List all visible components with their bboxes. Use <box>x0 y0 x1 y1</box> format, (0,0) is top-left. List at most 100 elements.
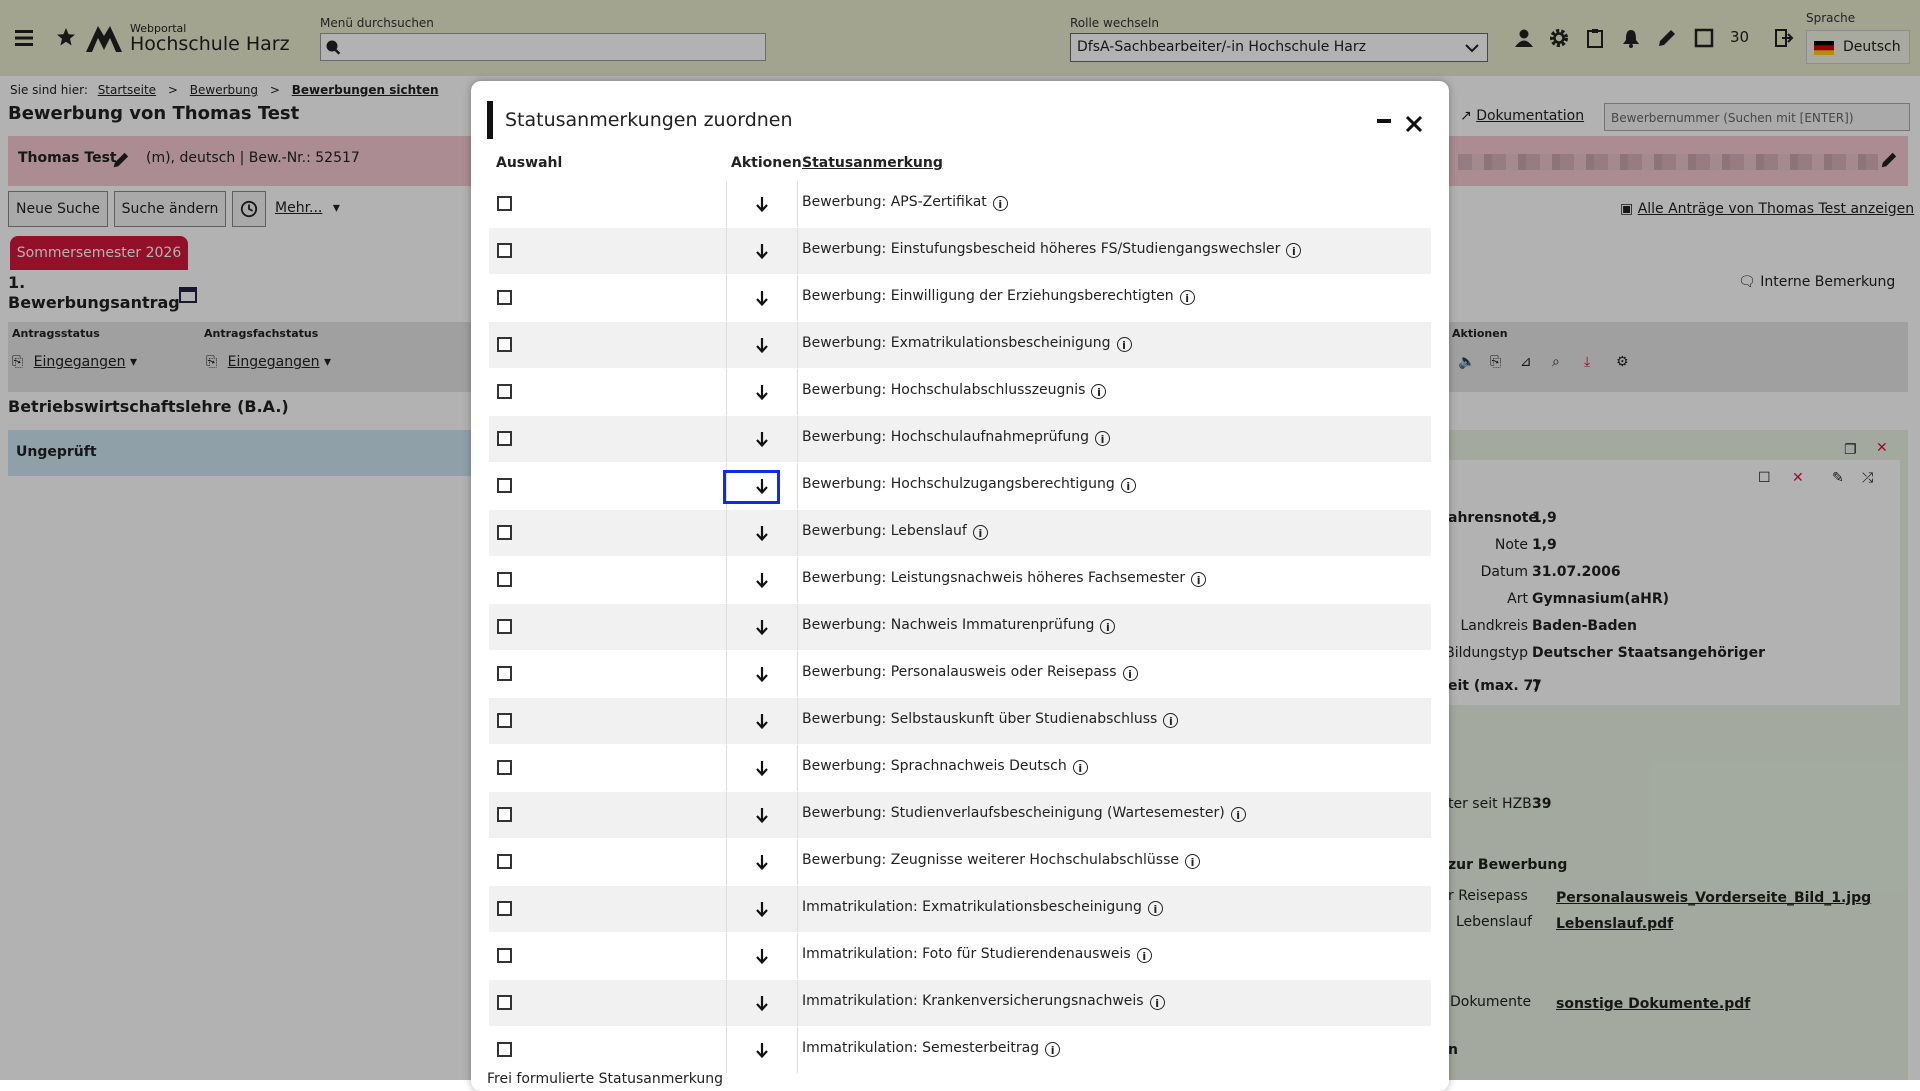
info-icon[interactable]: i <box>1149 995 1165 1010</box>
row-label: Bewerbung: Hochschulabschlusszeugnis <box>802 382 1086 398</box>
info-icon[interactable]: i <box>1230 807 1246 822</box>
info-icon[interactable]: i <box>992 196 1008 211</box>
row-checkbox[interactable] <box>497 525 512 540</box>
info-icon[interactable]: i <box>1286 243 1302 258</box>
arrow-down-icon[interactable] <box>754 994 770 1012</box>
row-action-cell <box>726 181 798 227</box>
arrow-down-icon[interactable] <box>754 759 770 777</box>
arrow-down-icon[interactable] <box>754 853 770 871</box>
info-icon[interactable]: i <box>1191 572 1207 587</box>
arrow-down-icon[interactable] <box>754 477 770 495</box>
arrow-down-icon[interactable] <box>754 571 770 589</box>
table-row: Bewerbung: APS-Zertifikat i <box>489 181 1431 228</box>
row-action-cell <box>726 1027 798 1073</box>
table-row: Immatrikulation: Exmatrikulationsbeschei… <box>489 886 1431 933</box>
table-row: Bewerbung: Hochschulabschlusszeugnis i <box>489 369 1431 416</box>
row-checkbox[interactable] <box>497 243 512 258</box>
col-auswahl: Auswahl <box>496 155 563 171</box>
row-status-text: Bewerbung: Einstufungsbescheid höheres F… <box>802 241 1302 258</box>
row-checkbox[interactable] <box>497 666 512 681</box>
minimize-icon[interactable] <box>1377 119 1391 123</box>
info-icon[interactable]: i <box>1091 384 1107 399</box>
row-status-text: Bewerbung: Einwilligung der Erziehungsbe… <box>802 288 1195 305</box>
col-statusanmerkung[interactable]: Statusanmerkung <box>802 155 943 171</box>
row-action-cell <box>726 604 798 650</box>
info-icon[interactable]: i <box>1100 619 1116 634</box>
row-checkbox[interactable] <box>497 290 512 305</box>
close-icon[interactable] <box>1405 115 1423 133</box>
row-action-cell <box>726 745 798 791</box>
info-icon[interactable]: i <box>1116 337 1132 352</box>
row-label: Bewerbung: Einwilligung der Erziehungsbe… <box>802 288 1174 304</box>
info-icon[interactable]: i <box>1045 1042 1061 1057</box>
row-checkbox[interactable] <box>497 760 512 775</box>
row-checkbox[interactable] <box>497 901 512 916</box>
info-icon[interactable]: i <box>1185 854 1201 869</box>
row-checkbox[interactable] <box>497 713 512 728</box>
row-label: Bewerbung: Selbstauskunft über Studienab… <box>802 711 1158 727</box>
arrow-down-icon[interactable] <box>754 383 770 401</box>
row-checkbox[interactable] <box>497 948 512 963</box>
table-row: Bewerbung: Personalausweis oder Reisepas… <box>489 651 1431 698</box>
row-checkbox[interactable] <box>497 196 512 211</box>
row-status-text: Bewerbung: Leistungsnachweis höheres Fac… <box>802 570 1207 587</box>
row-status-text: Bewerbung: Selbstauskunft über Studienab… <box>802 711 1179 728</box>
info-icon[interactable]: i <box>1136 948 1152 963</box>
info-icon[interactable]: i <box>1163 713 1179 728</box>
row-label: Immatrikulation: Semesterbeitrag <box>802 1040 1040 1056</box>
info-icon[interactable]: i <box>1120 478 1136 493</box>
table-body: Bewerbung: APS-Zertifikat i Bewerbung: Ein… <box>489 181 1431 1074</box>
table-row: Bewerbung: Hochschulaufnahmeprüfung i <box>489 416 1431 463</box>
row-action-cell <box>726 792 798 838</box>
status-modal: Statusanmerkungen zuordnen Auswahl Aktio… <box>471 81 1449 1091</box>
arrow-down-icon[interactable] <box>754 524 770 542</box>
table-row: Bewerbung: Exmatrikulationsbescheinigung… <box>489 322 1431 369</box>
row-action-cell <box>726 933 798 979</box>
info-icon[interactable]: i <box>972 525 988 540</box>
arrow-down-icon[interactable] <box>754 947 770 965</box>
arrow-down-icon[interactable] <box>754 665 770 683</box>
table-row: Bewerbung: Einwilligung der Erziehungsbe… <box>489 275 1431 322</box>
row-status-text: Bewerbung: Exmatrikulationsbescheinigung… <box>802 335 1132 352</box>
row-checkbox[interactable] <box>497 1042 512 1057</box>
info-icon[interactable]: i <box>1147 901 1163 916</box>
arrow-down-icon[interactable] <box>754 430 770 448</box>
info-icon[interactable]: i <box>1072 760 1088 775</box>
row-status-text: Immatrikulation: Krankenversicherungsnac… <box>802 993 1165 1010</box>
row-status-text: Bewerbung: Nachweis Immaturenprüfung i <box>802 617 1116 634</box>
row-label: Bewerbung: APS-Zertifikat <box>802 194 987 210</box>
row-action-cell <box>726 839 798 885</box>
row-checkbox[interactable] <box>497 431 512 446</box>
info-icon[interactable]: i <box>1122 666 1138 681</box>
arrow-down-icon[interactable] <box>754 242 770 260</box>
arrow-down-icon[interactable] <box>754 806 770 824</box>
row-label: Immatrikulation: Exmatrikulationsbeschei… <box>802 899 1142 915</box>
row-checkbox[interactable] <box>497 995 512 1010</box>
arrow-down-icon[interactable] <box>754 900 770 918</box>
row-action-cell <box>726 980 798 1026</box>
row-checkbox[interactable] <box>497 807 512 822</box>
table-row: Bewerbung: Einstufungsbescheid höheres F… <box>489 228 1431 275</box>
row-checkbox[interactable] <box>497 572 512 587</box>
row-label: Immatrikulation: Foto für Studierendenau… <box>802 946 1131 962</box>
row-checkbox[interactable] <box>497 619 512 634</box>
info-icon[interactable]: i <box>1095 431 1111 446</box>
row-status-text: Immatrikulation: Foto für Studierendenau… <box>802 946 1152 963</box>
arrow-down-icon[interactable] <box>754 712 770 730</box>
row-action-cell <box>726 228 798 274</box>
row-checkbox[interactable] <box>497 854 512 869</box>
arrow-down-icon[interactable] <box>754 618 770 636</box>
row-label: Bewerbung: Studienverlaufsbescheinigung … <box>802 805 1225 821</box>
row-checkbox[interactable] <box>497 337 512 352</box>
row-checkbox[interactable] <box>497 478 512 493</box>
row-status-text: Bewerbung: Studienverlaufsbescheinigung … <box>802 805 1246 822</box>
info-icon[interactable]: i <box>1179 290 1195 305</box>
row-label: Bewerbung: Exmatrikulationsbescheinigung <box>802 335 1111 351</box>
arrow-down-icon[interactable] <box>754 195 770 213</box>
row-checkbox[interactable] <box>497 384 512 399</box>
arrow-down-icon[interactable] <box>754 289 770 307</box>
row-label: Bewerbung: Lebenslauf <box>802 523 967 539</box>
arrow-down-icon[interactable] <box>754 336 770 354</box>
arrow-down-icon[interactable] <box>754 1041 770 1059</box>
table-row: Bewerbung: Nachweis Immaturenprüfung i <box>489 604 1431 651</box>
